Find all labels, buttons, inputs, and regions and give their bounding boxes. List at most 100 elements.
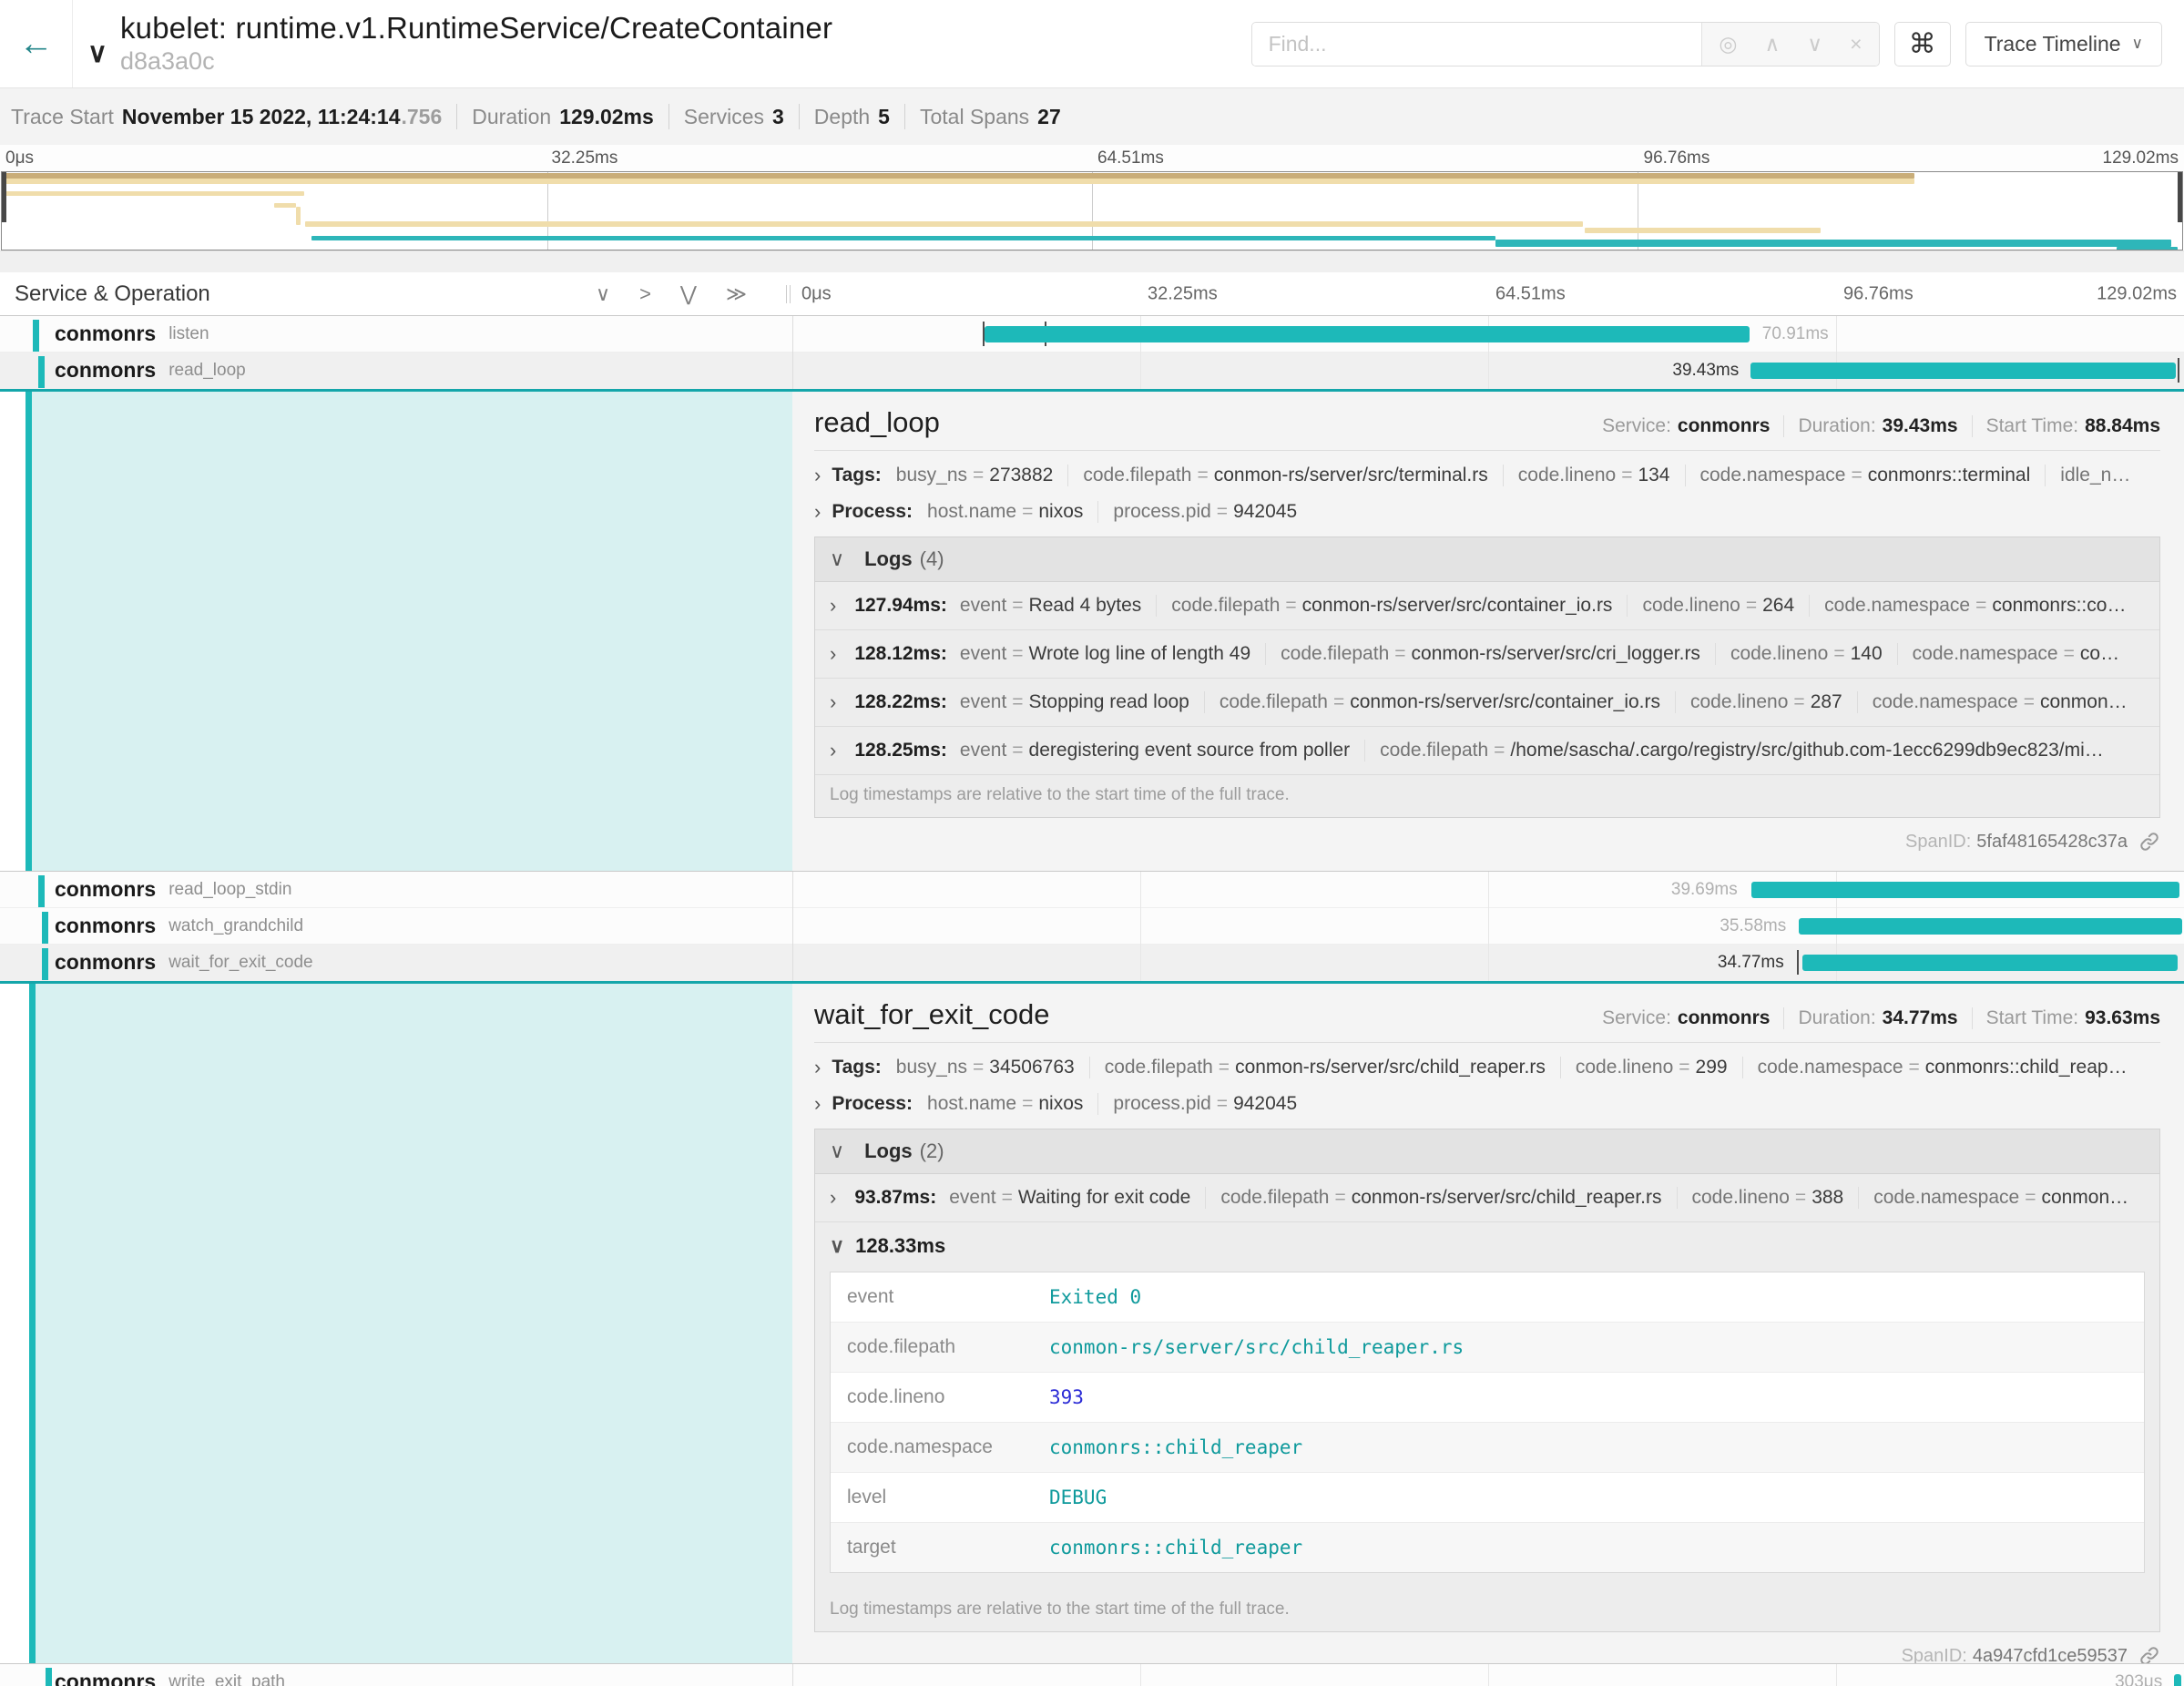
find-next-icon[interactable]: ∨ xyxy=(1807,32,1822,56)
span-name-cell[interactable]: conmonrs watch_grandchild xyxy=(0,908,792,944)
log-entry-expanded[interactable]: ∨ 128.33ms xyxy=(815,1222,2159,1266)
page-header: ← ∨ kubelet: runtime.v1.RuntimeService/C… xyxy=(0,0,2184,88)
logs-header[interactable]: ∨ Logs (4) xyxy=(815,537,2159,582)
detail-left-gutter xyxy=(0,392,792,871)
span-row-read-loop-stdin[interactable]: conmonrs read_loop_stdin 39.69ms xyxy=(0,872,2184,908)
log-field-chip: code.lineno=264 xyxy=(1627,595,1809,617)
process-chip[interactable]: host.name=nixos xyxy=(918,501,1097,523)
trace-collapse-icon[interactable]: ∨ xyxy=(87,37,107,69)
find-prev-icon[interactable]: ∧ xyxy=(1764,32,1780,56)
tags-section[interactable]: › Tags: busy_ns=34506763code.filepath=co… xyxy=(814,1056,2160,1079)
tag-chip[interactable]: code.filepath=conmon-rs/server/src/termi… xyxy=(1067,465,1502,486)
column-resizer[interactable] xyxy=(786,285,791,303)
link-icon[interactable] xyxy=(2138,1645,2160,1663)
chevron-right-icon[interactable]: › xyxy=(814,1092,821,1116)
collapse-one-icon[interactable]: ∨ xyxy=(596,282,610,306)
log-entry[interactable]: › 128.25ms: event=deregistering event so… xyxy=(815,727,2159,775)
span-bar[interactable] xyxy=(1799,918,2182,935)
ruler-tick: 64.51ms xyxy=(1097,148,1164,169)
span-timeline-cell[interactable]: 70.91ms xyxy=(792,316,2184,352)
back-button[interactable]: ← xyxy=(0,0,73,87)
span-timeline-cell[interactable]: 39.69ms xyxy=(792,872,2184,907)
service-name: conmonrs xyxy=(55,914,156,938)
span-bar[interactable] xyxy=(1802,955,2178,971)
span-bar[interactable] xyxy=(2174,1674,2181,1686)
span-color-accent xyxy=(42,948,48,980)
log-field-row: eventExited 0 xyxy=(831,1272,2144,1323)
span-timeline-cell[interactable]: 39.43ms xyxy=(792,353,2184,388)
expand-all-icon[interactable]: ≫ xyxy=(726,282,747,306)
log-field-chip: event=Read 4 bytes xyxy=(951,595,1156,617)
service-operation-header: Service & Operation ∨ > ⋁ ≫ xyxy=(0,272,792,315)
minimap-span xyxy=(311,236,1495,240)
span-timeline-cell[interactable]: 303μs xyxy=(792,1664,2184,1686)
timeline-table-header: Service & Operation ∨ > ⋁ ≫ 0μs 32.25ms … xyxy=(0,272,2184,316)
log-entry[interactable]: › 93.87ms: event=Waiting for exit codeco… xyxy=(815,1174,2159,1222)
span-detail-read-loop: read_loop Service:conmonrs Duration:39.4… xyxy=(0,389,2184,872)
span-row-wait-for-exit-code[interactable]: conmonrs wait_for_exit_code 34.77ms xyxy=(0,945,2184,981)
find-clear-icon[interactable]: × xyxy=(1850,32,1862,56)
process-chip[interactable]: process.pid=942045 xyxy=(1097,501,1311,523)
minimap-span xyxy=(4,191,304,196)
tag-chip[interactable]: code.filepath=conmon-rs/server/src/child… xyxy=(1089,1057,1560,1078)
tag-chip[interactable]: code.lineno=134 xyxy=(1503,465,1685,486)
operation-name: write_exit_path xyxy=(168,1672,285,1686)
header-controls: ◎ ∧ ∨ × ⌘ Trace Timeline ∨ xyxy=(1251,22,2184,66)
log-field-chip: code.filepath=conmon-rs/server/src/conta… xyxy=(1156,595,1627,617)
span-color-accent xyxy=(33,320,39,352)
span-bar[interactable] xyxy=(985,326,1750,342)
minimap-drag-handle-right[interactable] xyxy=(2178,172,2182,222)
detail-left-gutter xyxy=(0,984,792,1663)
span-name-cell[interactable]: conmonrs wait_for_exit_code xyxy=(0,945,792,980)
field-value: DEBUG xyxy=(1040,1473,1116,1522)
tags-section[interactable]: › Tags: busy_ns=273882code.filepath=conm… xyxy=(814,464,2160,487)
tag-chip[interactable]: code.namespace=conmonrs::child_reap… xyxy=(1742,1057,2142,1078)
minimap-canvas[interactable] xyxy=(1,171,2183,250)
keyboard-shortcuts-button[interactable]: ⌘ xyxy=(1894,22,1951,66)
command-icon: ⌘ xyxy=(1909,28,1936,60)
chevron-down-icon: ∨ xyxy=(830,547,844,571)
tag-chip[interactable]: code.namespace=conmonrs::terminal xyxy=(1685,465,2046,486)
process-section[interactable]: › Process: host.name=nixosprocess.pid=94… xyxy=(814,500,2160,524)
log-field-chip: code.lineno=287 xyxy=(1675,691,1857,713)
link-icon[interactable] xyxy=(2138,831,2160,853)
process-section[interactable]: › Process: host.name=nixosprocess.pid=94… xyxy=(814,1092,2160,1116)
find-target-icon[interactable]: ◎ xyxy=(1719,32,1737,56)
view-selector-button[interactable]: Trace Timeline ∨ xyxy=(1965,22,2162,66)
tag-chip[interactable]: code.lineno=299 xyxy=(1560,1057,1742,1078)
minimap-ruler: 0μs 32.25ms 64.51ms 96.76ms 129.02ms xyxy=(0,147,2184,171)
log-entry[interactable]: › 128.12ms: event=Wrote log line of leng… xyxy=(815,630,2159,679)
span-color-accent xyxy=(29,984,36,1663)
logs-header[interactable]: ∨ Logs (2) xyxy=(815,1129,2159,1174)
process-chip[interactable]: host.name=nixos xyxy=(918,1093,1097,1115)
tag-chip[interactable]: busy_ns=34506763 xyxy=(887,1057,1089,1078)
span-bar[interactable] xyxy=(1750,363,2176,379)
chevron-right-icon[interactable]: › xyxy=(814,500,821,524)
chevron-right-icon[interactable]: › xyxy=(814,1056,821,1079)
find-input[interactable] xyxy=(1252,23,1702,66)
span-row-listen[interactable]: conmonrs listen 70.91ms xyxy=(0,316,2184,353)
tag-chip[interactable]: idle_n…= xyxy=(2045,465,2145,486)
log-entry[interactable]: › 127.94ms: event=Read 4 bytescode.filep… xyxy=(815,582,2159,630)
expand-one-icon[interactable]: > xyxy=(639,282,651,306)
span-name-cell[interactable]: conmonrs read_loop_stdin xyxy=(0,872,792,907)
chevron-right-icon[interactable]: › xyxy=(814,464,821,487)
operation-name: read_loop xyxy=(168,361,246,381)
process-chip[interactable]: process.pid=942045 xyxy=(1097,1093,1311,1115)
log-field-row: code.namespaceconmonrs::child_reaper xyxy=(831,1423,2144,1473)
span-name-cell[interactable]: conmonrs listen xyxy=(0,316,792,352)
span-bar[interactable] xyxy=(1751,882,2179,898)
span-name-cell[interactable]: conmonrs write_exit_path xyxy=(0,1664,792,1686)
log-entry[interactable]: › 128.22ms: event=Stopping read loopcode… xyxy=(815,679,2159,727)
logs-note: Log timestamps are relative to the start… xyxy=(815,1589,2159,1631)
minimap-drag-handle-left[interactable] xyxy=(2,172,6,222)
collapse-all-icon[interactable]: ⋁ xyxy=(680,282,697,306)
span-timeline-cell[interactable]: 35.58ms xyxy=(792,908,2184,944)
span-row-write-exit-path[interactable]: conmonrs write_exit_path 303μs xyxy=(0,1664,2184,1686)
span-row-watch-grandchild[interactable]: conmonrs watch_grandchild 35.58ms xyxy=(0,908,2184,945)
span-row-read-loop[interactable]: conmonrs read_loop 39.43ms xyxy=(0,353,2184,389)
logs-box: ∨ Logs (4) › 127.94ms: event=Read 4 byte… xyxy=(814,536,2160,818)
span-timeline-cell[interactable]: 34.77ms xyxy=(792,945,2184,980)
tag-chip[interactable]: busy_ns=273882 xyxy=(887,465,1068,486)
span-name-cell[interactable]: conmonrs read_loop xyxy=(0,353,792,388)
